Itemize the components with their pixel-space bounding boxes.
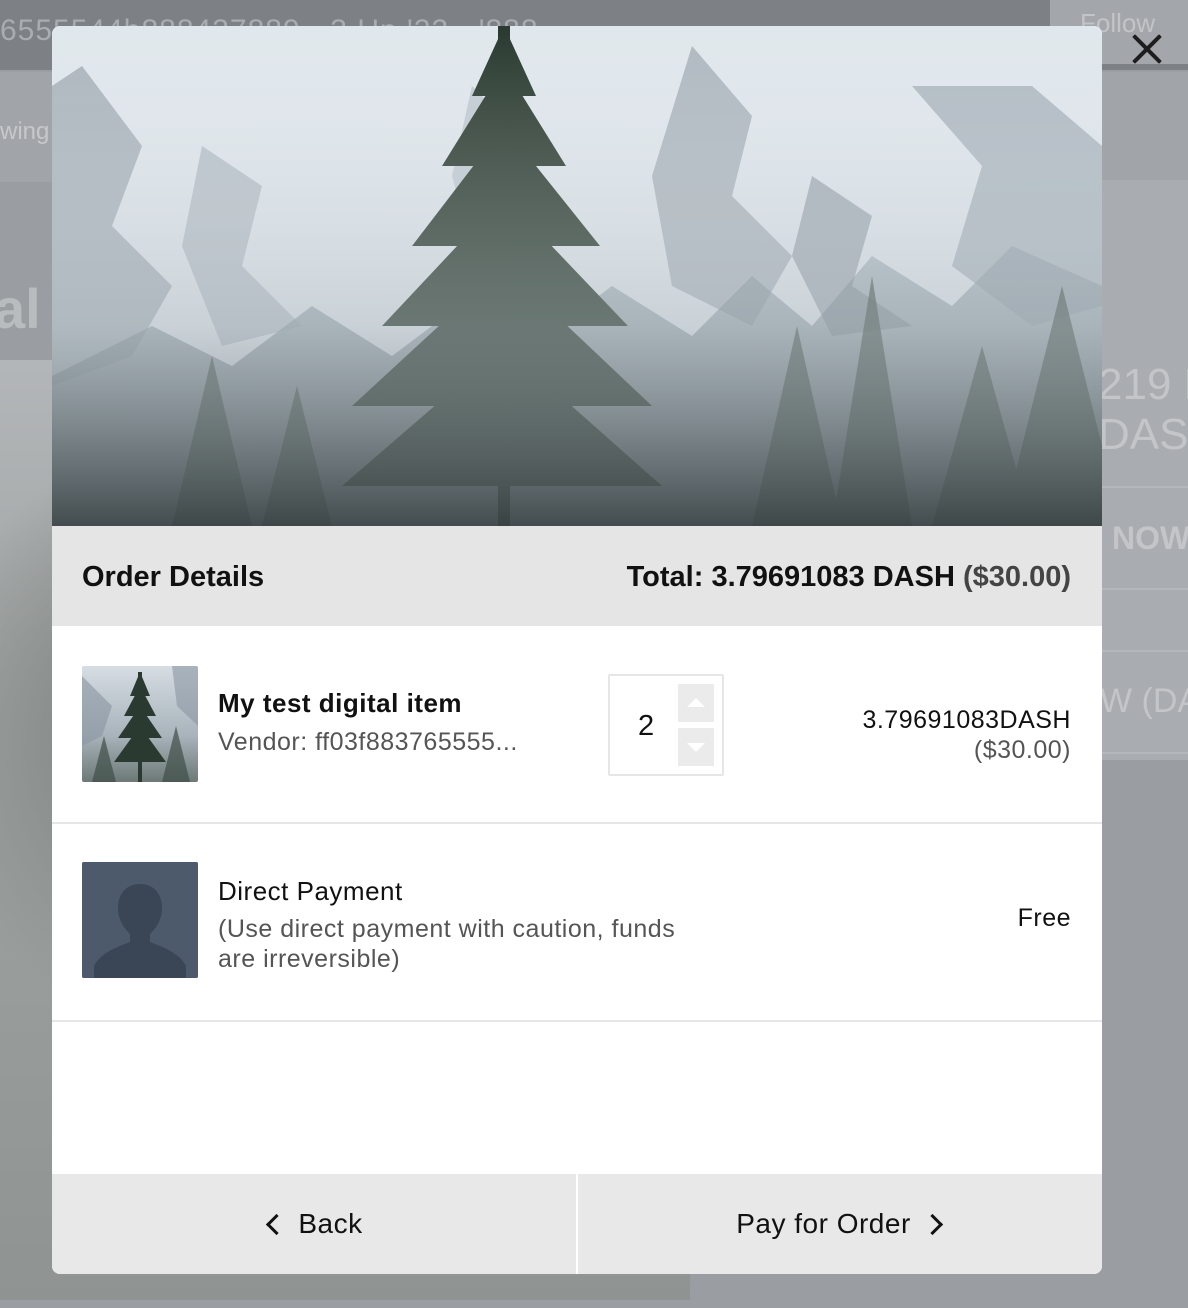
user-silhouette-icon <box>82 862 198 978</box>
payment-method-price: Free <box>1017 904 1071 932</box>
background-buy-dash: W (DA <box>1100 682 1188 720</box>
back-button-label: Back <box>298 1208 363 1239</box>
triangle-up-icon[interactable] <box>678 684 714 722</box>
item-price-dash: 3.79691083DASH <box>862 706 1071 734</box>
background-divider <box>1102 588 1188 590</box>
modal-footer: Back Pay for Order <box>52 1174 1102 1274</box>
order-details-title: Order Details <box>82 561 265 593</box>
pay-for-order-label: Pay for Order <box>736 1208 911 1239</box>
item-title[interactable]: My test digital item <box>218 688 462 719</box>
item-price-usd: ($30.00) <box>973 736 1071 764</box>
order-total-usd: ($30.00) <box>962 561 1071 593</box>
order-modal: Order Details Total: 3.79691083 DASH ($3… <box>52 26 1102 1274</box>
pay-for-order-button[interactable]: Pay for Order <box>578 1174 1102 1274</box>
payment-method-row[interactable]: Direct Payment (Use direct payment with … <box>52 824 1102 1022</box>
order-total-dash: 3.79691083 DASH <box>711 561 955 593</box>
quantity-value[interactable]: 2 <box>638 710 654 743</box>
background-tab-label: wing <box>0 118 50 145</box>
hero-image <box>52 26 1102 526</box>
payment-method-title: Direct Payment <box>218 876 403 906</box>
background-price-line-1: 219 D <box>1098 360 1188 409</box>
quantity-stepper[interactable]: 2 <box>608 674 724 776</box>
order-details-header: Order Details Total: 3.79691083 DASH ($3… <box>52 526 1102 626</box>
item-vendor[interactable]: Vendor: ff03f883765555... <box>218 728 518 757</box>
background-divider <box>1102 752 1188 754</box>
triangle-down-icon[interactable] <box>678 728 714 766</box>
background-price: 219 D DASH <box>1098 360 1188 460</box>
back-button[interactable]: Back <box>52 1174 576 1274</box>
chevron-right-icon <box>921 1213 943 1235</box>
payment-method-note: (Use direct payment with caution, funds … <box>218 915 676 973</box>
order-total-label: Total: <box>626 561 712 593</box>
background-price-line-2: DASH <box>1098 410 1188 459</box>
background-divider <box>1102 650 1188 652</box>
chevron-left-icon <box>266 1213 288 1235</box>
item-thumbnail-image <box>82 666 198 782</box>
avatar <box>82 862 198 978</box>
hero-landscape-image <box>52 26 1102 526</box>
background-divider <box>1102 486 1188 488</box>
close-icon[interactable] <box>1126 28 1168 70</box>
order-item-row: My test digital item Vendor: ff03f883765… <box>52 626 1102 824</box>
background-buy-now: NOW <box>1112 520 1188 556</box>
item-thumbnail <box>82 666 198 782</box>
background-right-panel <box>1102 180 1188 760</box>
order-total: Total: 3.79691083 DASH ($30.00) <box>627 561 1071 594</box>
